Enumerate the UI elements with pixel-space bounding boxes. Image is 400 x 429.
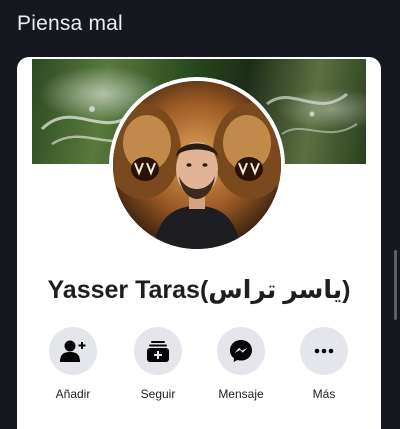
- scrollbar[interactable]: [394, 250, 397, 320]
- messenger-icon: [230, 340, 252, 362]
- profile-avatar[interactable]: [109, 77, 285, 253]
- add-friend-circle[interactable]: [49, 327, 97, 375]
- message-circle[interactable]: [217, 327, 265, 375]
- post-title: Piensa mal: [17, 12, 123, 35]
- profile-name-row: Yasser Taras(ياسر تراس): [17, 275, 381, 305]
- add-friend-icon: [60, 340, 86, 362]
- add-friend-button[interactable]: Añadir: [33, 327, 113, 401]
- more-circle[interactable]: [300, 327, 348, 375]
- more-label: Más: [312, 387, 336, 401]
- message-label: Mensaje: [218, 387, 264, 401]
- add-friend-label: Añadir: [55, 387, 91, 401]
- follow-circle[interactable]: [134, 327, 182, 375]
- profile-actions: Añadir Seguir Mensaje Más: [17, 327, 381, 407]
- profile-name-arabic: (ياسر تراس): [199, 276, 351, 304]
- follow-button[interactable]: Seguir: [118, 327, 198, 401]
- follow-label: Seguir: [140, 387, 176, 401]
- profile-card: Yasser Taras(ياسر تراس) Añadir Seguir Me…: [17, 57, 381, 429]
- more-icon: [314, 348, 334, 354]
- message-button[interactable]: Mensaje: [201, 327, 281, 401]
- follow-icon: [147, 341, 169, 362]
- avatar-image: [113, 81, 281, 249]
- profile-name: Yasser Taras: [47, 276, 200, 304]
- more-button[interactable]: Más: [284, 327, 364, 401]
